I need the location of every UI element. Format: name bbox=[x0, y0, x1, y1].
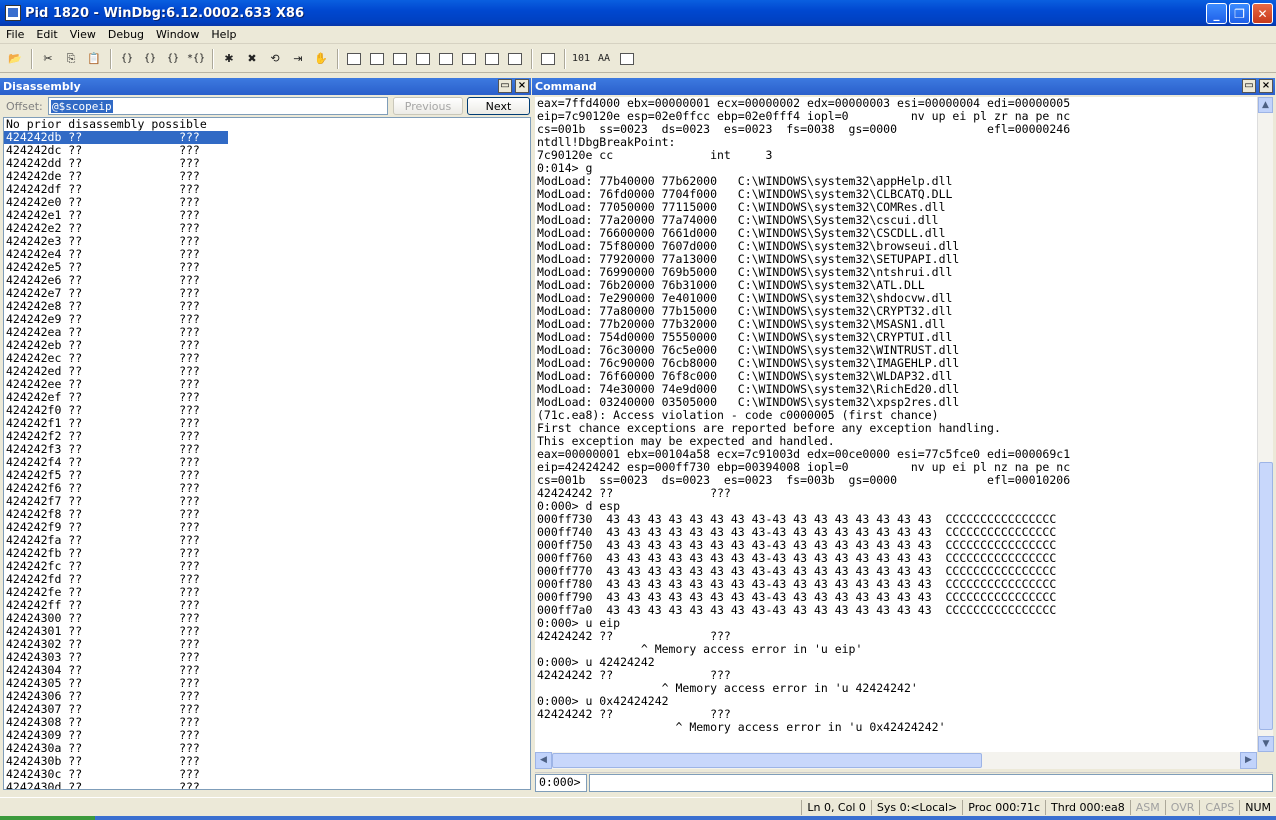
command-window-icon[interactable] bbox=[343, 48, 365, 70]
status-thread: Thrd 000:ea8 bbox=[1045, 799, 1130, 815]
break-icon[interactable]: ✱ bbox=[218, 48, 240, 70]
restore-button[interactable]: ❐ bbox=[1229, 3, 1250, 24]
scroll-left-icon[interactable]: ◀ bbox=[535, 752, 552, 769]
status-asm: ASM bbox=[1129, 799, 1165, 815]
close-icon[interactable]: × bbox=[1259, 79, 1273, 93]
go-icon[interactable]: ⇥ bbox=[287, 48, 309, 70]
command-title-text: Command bbox=[535, 80, 597, 93]
restart-icon[interactable]: ⟲ bbox=[264, 48, 286, 70]
taskbar-strip bbox=[0, 816, 1276, 820]
toolbar-separator bbox=[31, 48, 33, 69]
status-caps: CAPS bbox=[1199, 799, 1239, 815]
command-output-line: ^ Memory access error in 'u 0x42424242' bbox=[537, 720, 946, 734]
font-icon[interactable]: AA bbox=[593, 48, 615, 70]
run-to-cursor-icon[interactable]: *{} bbox=[185, 48, 207, 70]
disassembly-offset-bar: Offset: @$scopeip Previous Next bbox=[0, 95, 531, 117]
call-stack-icon[interactable] bbox=[458, 48, 480, 70]
horizontal-scroll-thumb[interactable] bbox=[552, 753, 982, 768]
cut-icon[interactable]: ✂ bbox=[37, 48, 59, 70]
offset-input[interactable]: @$scopeip bbox=[48, 97, 388, 115]
toolbar-separator bbox=[337, 48, 339, 69]
command-output-line: 000ff7a0 43 43 43 43 43 43 43 43-43 43 4… bbox=[537, 603, 1057, 617]
windbg-app-icon bbox=[5, 5, 21, 21]
command-input-row: 0:000> bbox=[535, 772, 1273, 792]
command-panel-title: Command ▭ × bbox=[532, 78, 1275, 95]
command-output-line: 7c90120e cc int 3 bbox=[537, 148, 773, 162]
command-vertical-scrollbar[interactable]: ▲ ▼ bbox=[1257, 97, 1274, 752]
status-proc: Proc 000:71c bbox=[962, 799, 1045, 815]
scroll-right-icon[interactable]: ▶ bbox=[1240, 752, 1257, 769]
step-out-icon[interactable]: {} bbox=[162, 48, 184, 70]
memory-icon[interactable] bbox=[435, 48, 457, 70]
toolbar-separator bbox=[212, 48, 214, 69]
stop-icon[interactable]: ✖ bbox=[241, 48, 263, 70]
start-button[interactable] bbox=[0, 816, 95, 820]
copy-icon[interactable]: ⎘ bbox=[60, 48, 82, 70]
paste-icon[interactable]: 📋 bbox=[83, 48, 105, 70]
close-icon[interactable]: × bbox=[515, 79, 529, 93]
window-title: Pid 1820 - WinDbg:6.12.0002.633 X86 bbox=[25, 5, 305, 21]
menu-file[interactable]: File bbox=[0, 28, 30, 41]
scratch-pad-icon[interactable] bbox=[504, 48, 526, 70]
open-icon[interactable]: 📂 bbox=[4, 48, 26, 70]
step-into-icon[interactable]: {} bbox=[116, 48, 138, 70]
step-over-icon[interactable]: {} bbox=[139, 48, 161, 70]
menu-view[interactable]: View bbox=[64, 28, 102, 41]
status-num: NUM bbox=[1239, 799, 1276, 815]
menu-edit[interactable]: Edit bbox=[30, 28, 63, 41]
close-button[interactable]: ✕ bbox=[1252, 3, 1273, 24]
scroll-up-icon[interactable]: ▲ bbox=[1258, 97, 1273, 113]
status-sys: Sys 0:<Local> bbox=[870, 799, 962, 815]
hand-icon[interactable]: ✋ bbox=[310, 48, 332, 70]
options-icon[interactable] bbox=[616, 48, 638, 70]
step-over-glyph: {} bbox=[143, 53, 157, 64]
menu-bar: File Edit View Debug Window Help bbox=[0, 26, 1276, 44]
menu-debug[interactable]: Debug bbox=[102, 28, 150, 41]
font-glyph: AA bbox=[597, 53, 611, 64]
status-bar: Ln 0, Col 0 Sys 0:<Local> Proc 000:71c T… bbox=[0, 797, 1276, 816]
menu-help[interactable]: Help bbox=[205, 28, 242, 41]
menu-window[interactable]: Window bbox=[150, 28, 205, 41]
source-mode-icon[interactable] bbox=[537, 48, 559, 70]
toolbar-separator bbox=[564, 48, 566, 69]
binary-icon[interactable]: 101 bbox=[570, 48, 592, 70]
previous-button[interactable]: Previous bbox=[393, 97, 463, 115]
vertical-scroll-thumb[interactable] bbox=[1259, 462, 1273, 730]
command-output[interactable]: eax=7ffd4000 ebx=00000001 ecx=00000002 e… bbox=[535, 97, 1257, 752]
command-output-line: 42424242 ?? ??? bbox=[537, 486, 731, 500]
command-input[interactable] bbox=[589, 773, 1273, 792]
locals-icon[interactable] bbox=[389, 48, 411, 70]
step-into-glyph: {} bbox=[120, 53, 134, 64]
disassembly-icon[interactable] bbox=[481, 48, 503, 70]
dock-icon[interactable]: ▭ bbox=[498, 79, 512, 93]
title-bar: Pid 1820 - WinDbg:6.12.0002.633 X86 _ ❐ … bbox=[0, 0, 1276, 26]
next-button[interactable]: Next bbox=[467, 97, 530, 115]
scroll-down-icon[interactable]: ▼ bbox=[1258, 736, 1274, 752]
offset-label: Offset: bbox=[6, 99, 43, 113]
watch-icon[interactable] bbox=[366, 48, 388, 70]
registers-icon[interactable] bbox=[412, 48, 434, 70]
disassembly-title-text: Disassembly bbox=[3, 80, 81, 93]
minimize-button[interactable]: _ bbox=[1206, 3, 1227, 24]
disassembly-listing[interactable]: No prior disassembly possible 424242db ??… bbox=[3, 117, 531, 790]
disassembly-panel-title: Disassembly ▭ × bbox=[0, 78, 531, 95]
command-horizontal-scrollbar[interactable]: ◀ ▶ bbox=[535, 752, 1257, 769]
step-out-glyph: {} bbox=[166, 53, 180, 64]
toolbar-separator bbox=[531, 48, 533, 69]
run-to-cursor-glyph: *{} bbox=[186, 53, 206, 64]
status-position: Ln 0, Col 0 bbox=[801, 799, 871, 815]
command-prompt: 0:000> bbox=[535, 773, 587, 792]
toolbar: 📂 ✂ ⎘ 📋 {} {} {} *{} ✱ ✖ ⟲ ⇥ ✋ 101 AA bbox=[0, 45, 1276, 73]
dock-icon[interactable]: ▭ bbox=[1242, 79, 1256, 93]
disassembly-line[interactable]: 4242430d ?? ??? bbox=[4, 781, 530, 790]
binary-glyph: 101 bbox=[571, 53, 591, 64]
status-ovr: OVR bbox=[1164, 799, 1200, 815]
offset-value: @$scopeip bbox=[51, 99, 113, 113]
toolbar-separator bbox=[110, 48, 112, 69]
